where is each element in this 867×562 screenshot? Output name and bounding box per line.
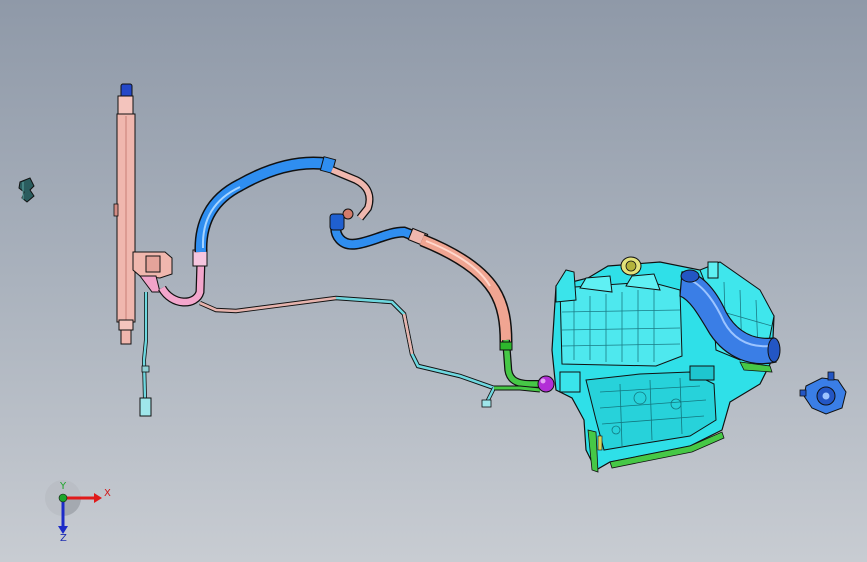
cad-model-scene[interactable]: X Y Z [0,0,867,562]
x-axis-label: X [104,488,111,499]
drier-bottom [118,319,134,331]
expansion-valve[interactable] [537,375,555,393]
blue-suction-hose[interactable] [194,156,337,253]
receiver-drier[interactable] [113,83,136,345]
y-axis-label: Y [59,481,67,492]
salmon-discharge-hose[interactable] [419,233,513,343]
z-axis-label: Z [60,533,67,544]
salmon-connector-pipe[interactable] [330,166,374,221]
coordinate-triad: X Y Z [45,480,111,544]
liquid-line[interactable] [199,295,510,408]
drop-line-fitting [139,397,152,417]
green-pipe[interactable] [494,339,544,393]
y-axis-dot [58,493,68,503]
blue-hose-fitting[interactable] [329,213,429,250]
blower-motor[interactable] [799,371,847,415]
hvac-unit[interactable] [551,261,775,473]
drier-neck [117,95,134,115]
cad-viewport[interactable]: X Y Z [0,0,867,562]
drier-drop-line[interactable] [139,292,152,417]
yellow-collar[interactable] [620,256,642,276]
small-bracket-part[interactable] [18,177,35,203]
drier-bracket[interactable] [132,251,173,293]
